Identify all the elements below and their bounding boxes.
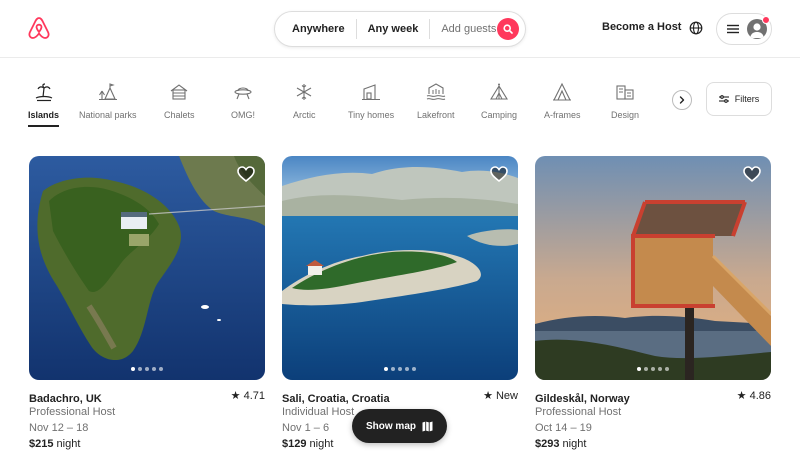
heart-icon[interactable]	[743, 166, 761, 182]
show-map-button[interactable]: Show map	[352, 409, 447, 443]
listing-photo[interactable]	[535, 156, 771, 380]
island-icon	[35, 83, 52, 102]
user-menu-button[interactable]	[716, 13, 772, 45]
listing-photo[interactable]	[29, 156, 265, 380]
category-arctic[interactable]: Arctic	[293, 82, 316, 120]
listing-location: Badachro, UK	[29, 393, 102, 405]
listing-photo[interactable]	[282, 156, 518, 380]
map-icon	[422, 421, 433, 431]
category-islands[interactable]: Islands	[28, 82, 60, 127]
filters-label: Filters	[734, 94, 760, 104]
category-chalets[interactable]: Chalets	[164, 82, 195, 120]
search-any-week[interactable]: Any week	[357, 19, 430, 39]
chevron-right-icon	[679, 96, 685, 104]
listing-card[interactable]: Gildeskål, Norway ★ 4.86 Professional Ho…	[535, 156, 771, 450]
heart-icon[interactable]	[490, 166, 508, 182]
category-label: Camping	[481, 110, 518, 120]
search-anywhere[interactable]: Anywhere	[275, 19, 356, 39]
category-a-frames[interactable]: A-frames	[544, 82, 581, 120]
notification-dot	[762, 16, 770, 24]
category-label: Tiny homes	[348, 110, 395, 120]
heart-icon[interactable]	[237, 166, 255, 182]
listing-host-type: Professional Host	[29, 406, 116, 418]
search-icon	[503, 24, 513, 34]
category-label: OMG!	[231, 110, 255, 120]
category-tiny-homes[interactable]: Tiny homes	[348, 82, 394, 120]
category-omg[interactable]: OMG!	[231, 82, 255, 120]
hamburger-icon	[727, 24, 739, 34]
filters-button[interactable]: Filters	[706, 82, 772, 116]
category-label: Arctic	[293, 110, 316, 120]
category-national-parks[interactable]: National parks	[79, 82, 137, 120]
listing-host-type: Professional Host	[535, 406, 622, 418]
lakefront-icon	[426, 83, 445, 100]
filters-icon	[718, 95, 729, 103]
search-bar[interactable]: Anywhere Any week Add guests	[274, 11, 526, 47]
carousel-dots	[535, 367, 771, 371]
ufo-house-icon	[234, 87, 252, 100]
camping-icon	[490, 83, 508, 100]
top-header: Anywhere Any week Add guests Become a Ho…	[0, 0, 800, 58]
listing-rating: ★ New	[483, 390, 518, 402]
listing-price: $293 night	[535, 438, 587, 450]
listing-rating: ★ 4.86	[736, 390, 771, 402]
category-camping[interactable]: Camping	[481, 82, 517, 120]
active-underline	[28, 125, 60, 127]
island-aerial-photo	[29, 156, 265, 380]
tiny-home-icon	[362, 84, 381, 101]
chalet-icon	[170, 84, 188, 100]
listing-rating: ★ 4.71	[230, 390, 265, 402]
category-label: Lakefront	[417, 110, 455, 120]
design-icon	[616, 85, 634, 100]
listing-dates: Oct 14 – 19	[535, 422, 592, 434]
category-label: Chalets	[164, 110, 195, 120]
become-host-link[interactable]: Become a Host	[602, 21, 681, 33]
category-scroll-next-button[interactable]	[672, 90, 692, 110]
search-add-guests[interactable]: Add guests	[430, 19, 507, 39]
airbnb-logo-icon[interactable]	[28, 16, 50, 40]
snowflake-icon	[296, 84, 312, 100]
listing-card[interactable]: Badachro, UK ★ 4.71 Professional Host No…	[29, 156, 265, 450]
carousel-dots	[282, 367, 518, 371]
category-label: Islands	[28, 110, 60, 120]
norway-cabin-photo	[535, 156, 771, 380]
listing-location: Sali, Croatia, Croatia	[282, 393, 390, 405]
national-park-icon	[98, 83, 117, 101]
globe-icon[interactable]	[689, 21, 703, 35]
a-frame-icon	[553, 82, 572, 101]
croatia-coast-photo	[282, 156, 518, 380]
carousel-dots	[29, 367, 265, 371]
listing-location: Gildeskål, Norway	[535, 393, 630, 405]
category-label: Design	[611, 110, 640, 120]
listing-card[interactable]: Sali, Croatia, Croatia ★ New Individual …	[282, 156, 518, 450]
listing-price: $215 night	[29, 438, 81, 450]
show-map-label: Show map	[365, 420, 416, 432]
category-design[interactable]: Design	[611, 82, 639, 120]
listing-dates: Nov 12 – 18	[29, 422, 89, 434]
category-label: A-frames	[544, 110, 581, 120]
category-lakefront[interactable]: Lakefront	[417, 82, 455, 120]
search-button[interactable]	[497, 18, 519, 40]
category-label: National parks	[79, 110, 137, 120]
